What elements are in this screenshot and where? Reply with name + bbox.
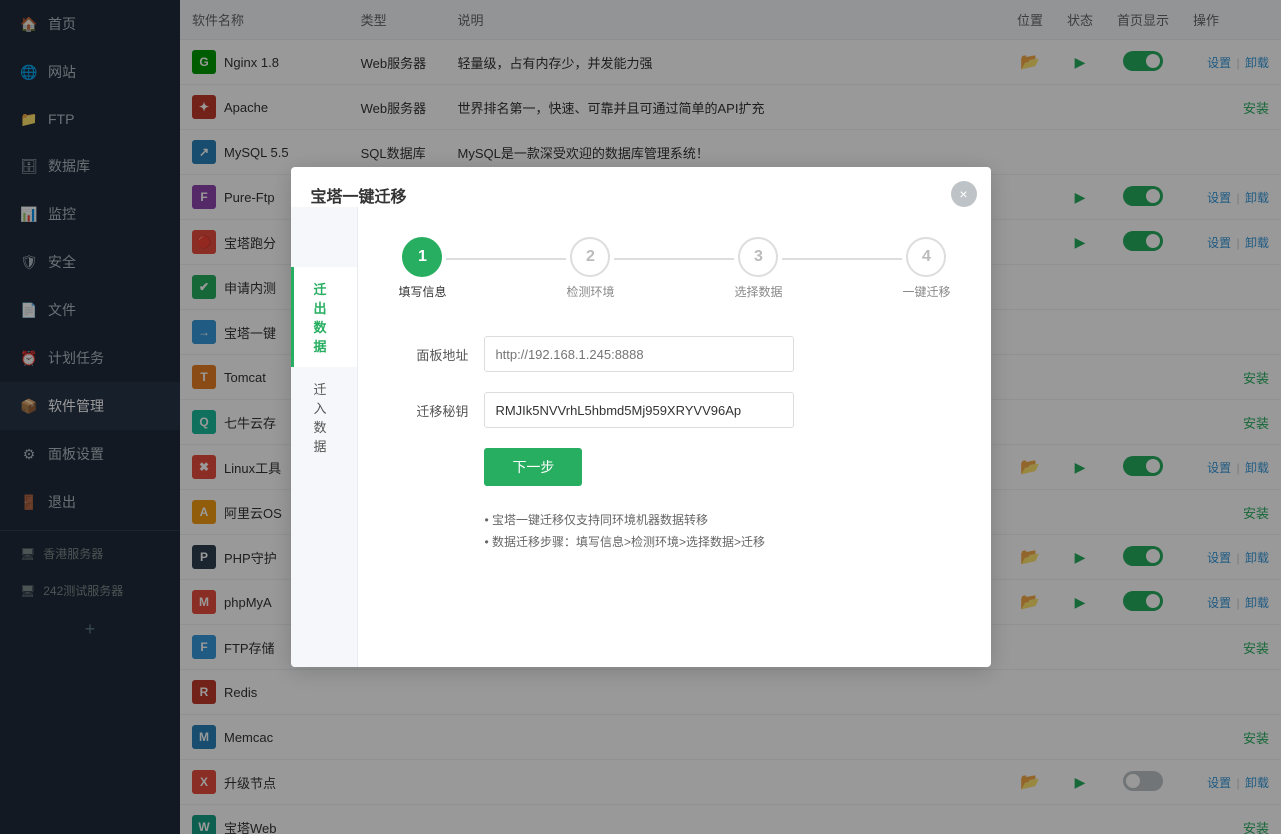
step-2: 2 检测环境 xyxy=(566,237,614,300)
step-4: 4 一键迁移 xyxy=(902,237,950,300)
migrate-key-label: 迁移秘钥 xyxy=(398,401,468,420)
modal-overlay[interactable]: 宝塔一键迁移 × 迁出数据 迁入数据 1 xyxy=(0,0,1281,834)
step-line-2 xyxy=(614,258,734,260)
modal-main: 1 填写信息 2 检测环境 3 xyxy=(358,207,990,667)
step-4-circle: 4 xyxy=(906,237,946,277)
next-step-button[interactable]: 下一步 xyxy=(484,448,582,486)
steps-container: 1 填写信息 2 检测环境 3 xyxy=(398,237,950,300)
panel-address-input[interactable] xyxy=(484,336,794,372)
close-icon: × xyxy=(959,186,967,202)
tip-1: 宝塔一键迁移仅支持同环境机器数据转移 xyxy=(484,510,950,532)
migrate-key-input[interactable] xyxy=(484,392,794,428)
step-3-label: 选择数据 xyxy=(734,283,782,300)
step-2-label: 检测环境 xyxy=(566,283,614,300)
modal-title: 宝塔一键迁移 xyxy=(311,183,407,207)
modal-sidebar: 迁出数据 迁入数据 xyxy=(291,207,359,667)
modal-sidebar-import[interactable]: 迁入数据 xyxy=(291,367,358,467)
step-4-label: 一键迁移 xyxy=(902,283,950,300)
modal-sidebar-export[interactable]: 迁出数据 xyxy=(291,267,358,367)
modal-header: 宝塔一键迁移 xyxy=(291,167,991,207)
tips-section: 宝塔一键迁移仅支持同环境机器数据转移 数据迁移步骤：填写信息>检测环境>选择数据… xyxy=(484,510,950,553)
panel-address-label: 面板地址 xyxy=(398,345,468,364)
modal-close-button[interactable]: × xyxy=(951,181,977,207)
migrate-key-group: 迁移秘钥 xyxy=(398,392,950,428)
step-1-circle: 1 xyxy=(402,237,442,277)
modal-sidebar-import-label: 迁入数据 xyxy=(314,382,327,454)
migration-modal: 宝塔一键迁移 × 迁出数据 迁入数据 1 xyxy=(291,167,991,667)
panel-address-group: 面板地址 xyxy=(398,336,950,372)
step-2-circle: 2 xyxy=(570,237,610,277)
step-1: 1 填写信息 xyxy=(398,237,446,300)
step-1-label: 填写信息 xyxy=(398,283,446,300)
step-line-1 xyxy=(446,258,566,260)
modal-sidebar-export-label: 迁出数据 xyxy=(314,282,327,354)
step-3-circle: 3 xyxy=(738,237,778,277)
tip-2: 数据迁移步骤：填写信息>检测环境>选择数据>迁移 xyxy=(484,532,950,554)
step-line-3 xyxy=(782,258,902,260)
step-3: 3 选择数据 xyxy=(734,237,782,300)
modal-body: 迁出数据 迁入数据 1 填写信息 xyxy=(291,207,991,667)
